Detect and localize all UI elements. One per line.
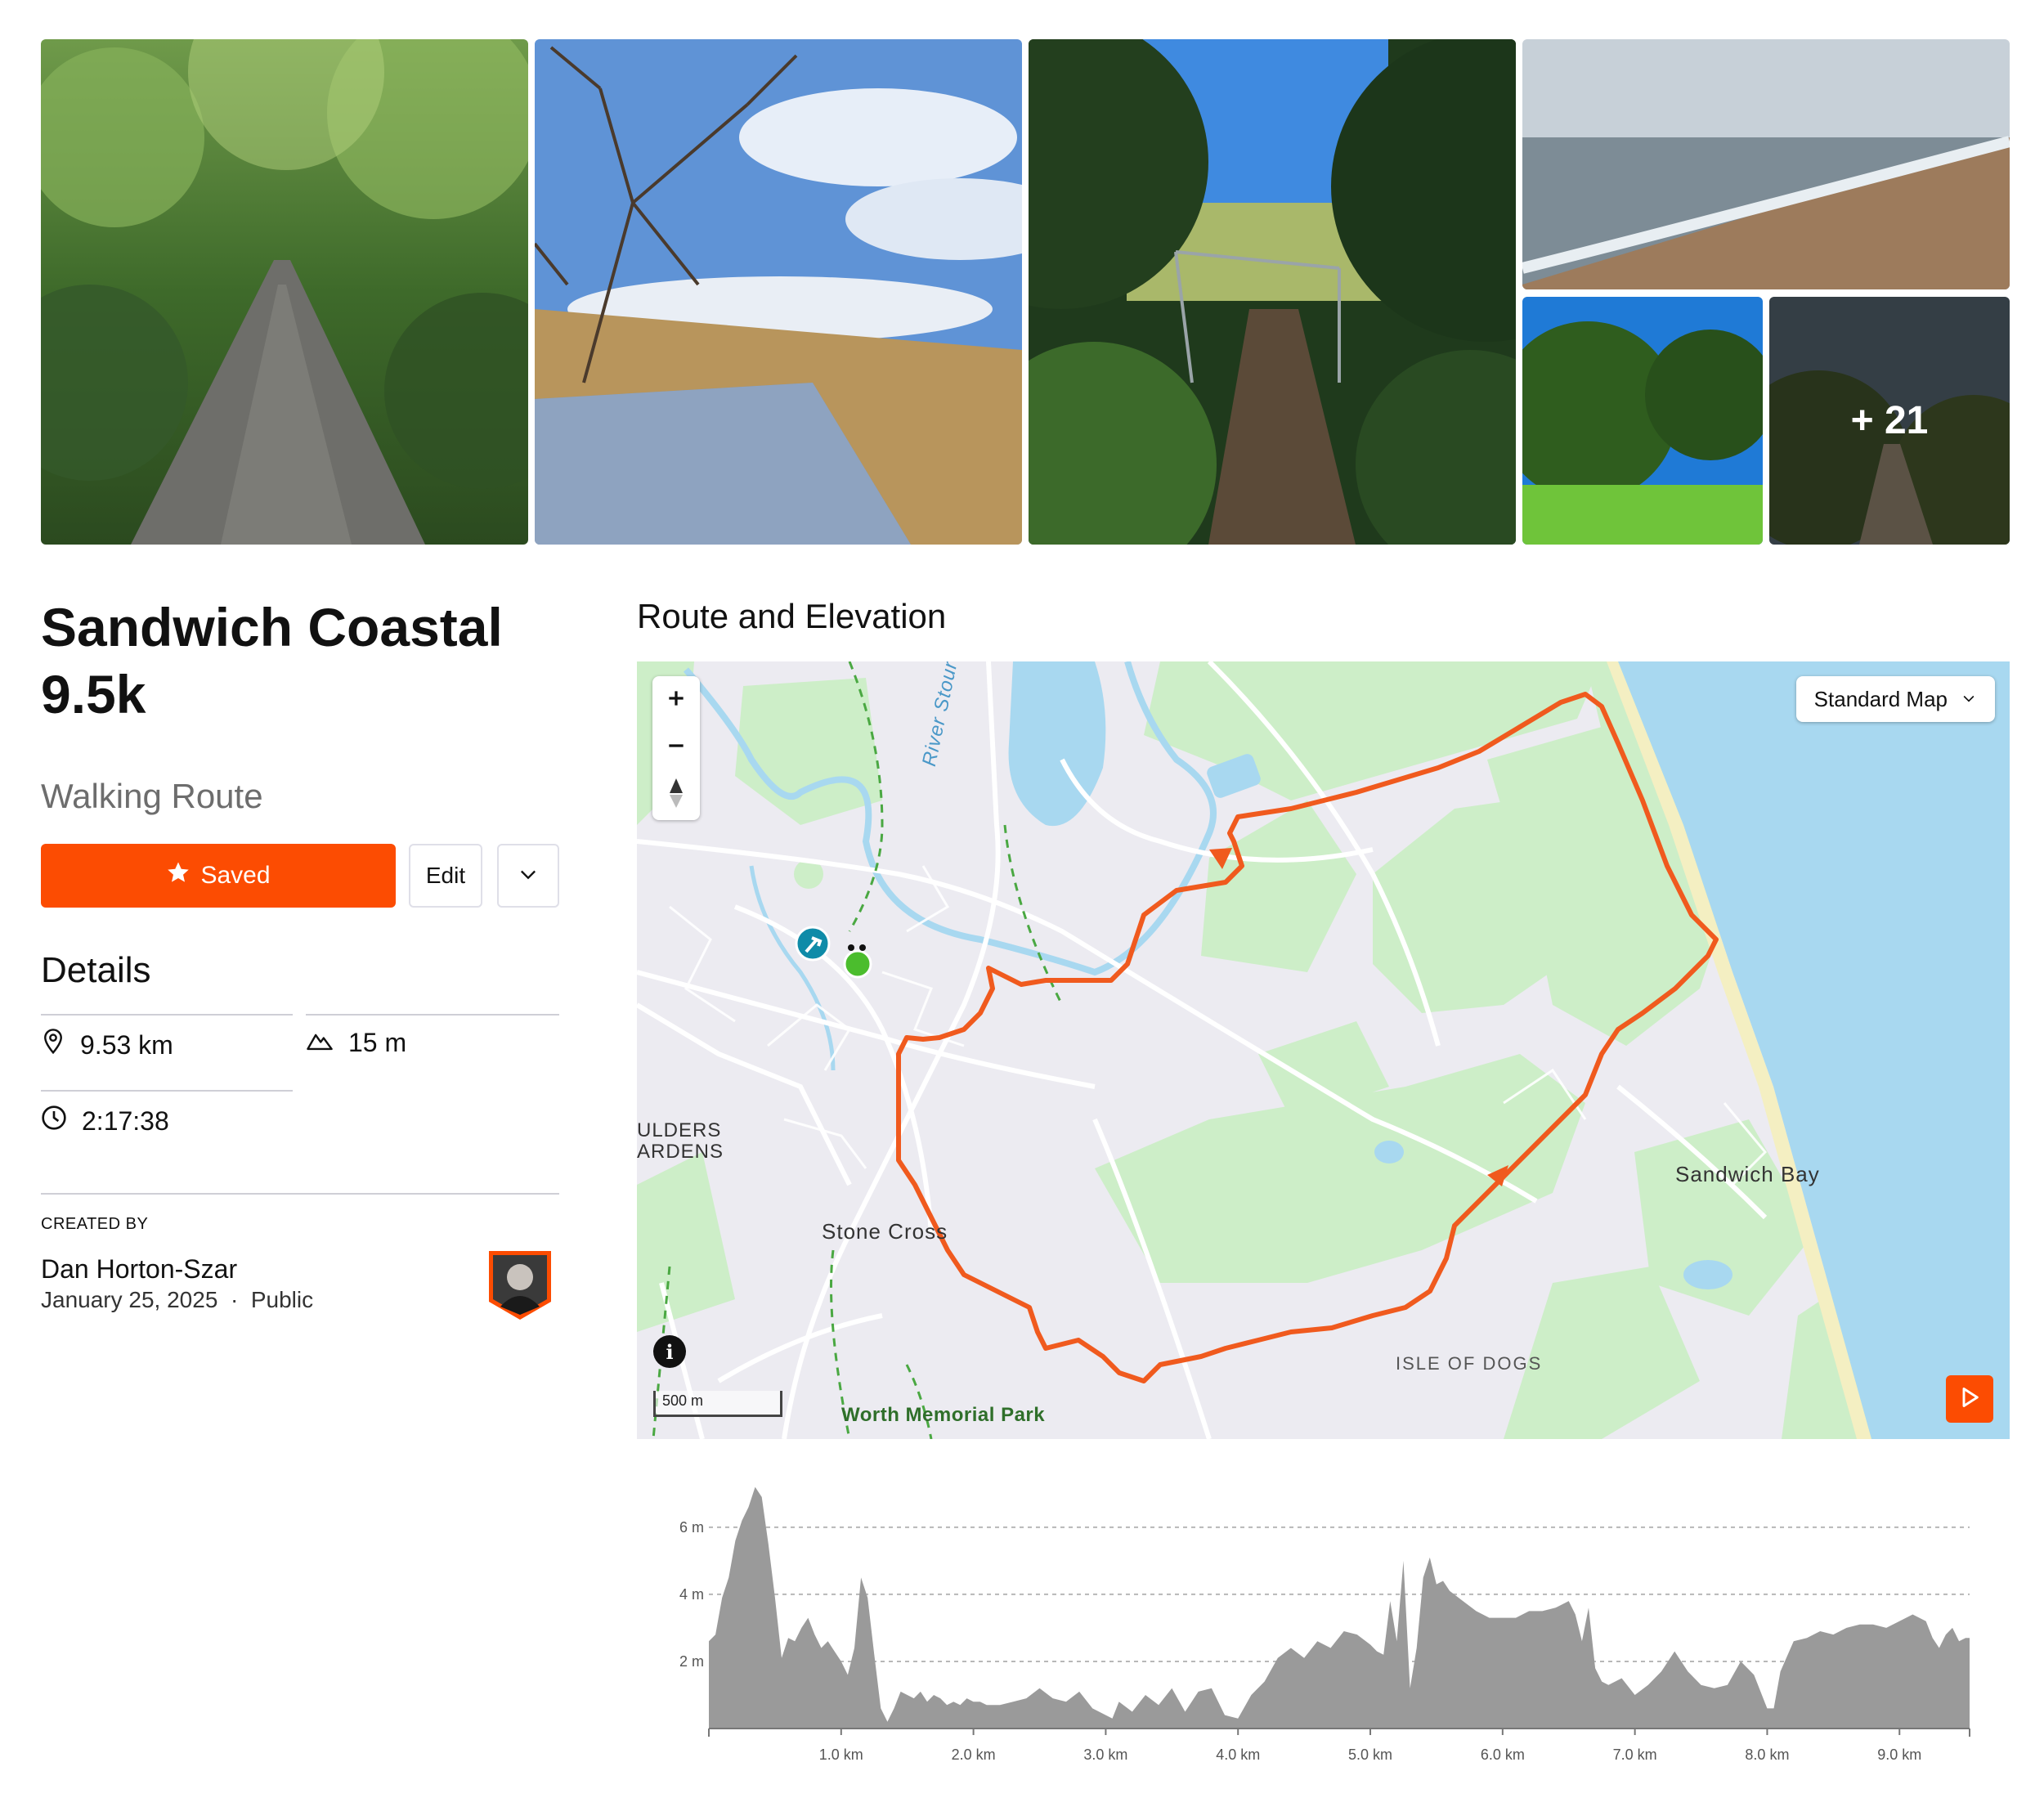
route-photo-2[interactable] <box>535 39 1022 545</box>
mountain-icon <box>306 1028 334 1058</box>
visibility: Public <box>250 1287 314 1312</box>
star-icon <box>166 860 191 891</box>
route-photo-1[interactable] <box>41 39 528 545</box>
place-label-sandwich-bay: Sandwich Bay <box>1675 1162 1820 1186</box>
x-tick-label: 5.0 km <box>1348 1746 1392 1763</box>
info-icon[interactable]: i <box>653 1335 686 1368</box>
more-photos-count: + 21 <box>1769 297 2010 545</box>
map-type-label: Standard Map <box>1813 686 1948 711</box>
more-options-button[interactable] <box>497 844 559 908</box>
separator-dot: · <box>224 1287 245 1312</box>
details-heading: Details <box>41 950 151 990</box>
compass-icon <box>666 777 686 814</box>
route-photo-4[interactable] <box>1522 39 2010 289</box>
zoom-in-button[interactable] <box>652 676 700 724</box>
play-flyover-button[interactable] <box>1946 1375 1993 1423</box>
place-label-gardens: ARDENS <box>637 1141 724 1163</box>
avatar[interactable] <box>486 1248 554 1321</box>
route-title: Sandwich Coastal 9.5k <box>41 597 503 724</box>
saved-label: Saved <box>200 862 271 889</box>
created-meta: January 25, 2025 · Public <box>41 1287 313 1313</box>
chevron-down-icon <box>517 863 540 890</box>
clock-icon <box>41 1105 67 1137</box>
divider <box>41 1090 293 1092</box>
distance-stat: 9.53 km <box>41 1028 173 1062</box>
map-scale: 500 m <box>653 1391 782 1417</box>
x-tick-label: 3.0 km <box>1083 1746 1127 1763</box>
x-tick-label: 1.0 km <box>819 1746 863 1763</box>
elevation-chart-svg: 2 m 4 m 6 m 1.0 km 2.0 km 3.0 km 4.0 km 5.0 km 6… <box>679 1486 1970 1763</box>
play-icon <box>1958 1386 1981 1413</box>
x-tick-label: 7.0 km <box>1613 1746 1657 1763</box>
elevation-chart[interactable]: 2 m 4 m 6 m 1.0 km 2.0 km 3.0 km 4.0 km 5.0 km 6… <box>637 1452 2010 1779</box>
map-type-dropdown[interactable]: Standard Map <box>1795 676 1995 722</box>
minus-icon <box>666 735 687 760</box>
x-tick-label: 9.0 km <box>1877 1746 1921 1763</box>
place-label-stone-cross: Stone Cross <box>822 1219 948 1244</box>
zoom-controls <box>652 676 700 820</box>
boardwalk-image <box>1029 39 1516 545</box>
author-name[interactable]: Dan Horton-Szar <box>41 1254 237 1285</box>
x-tick-label: 6.0 km <box>1481 1746 1525 1763</box>
y-tick-label: 2 m <box>679 1653 704 1670</box>
divider <box>306 1014 559 1016</box>
elevation-stat: 15 m <box>306 1028 406 1058</box>
divider <box>41 1014 293 1016</box>
elevation-value: 15 m <box>348 1028 407 1057</box>
saved-button[interactable]: Saved <box>41 844 396 908</box>
route-map[interactable]: River Stour ULDERS ARDENS Stone Cross Sa… <box>637 661 2010 1439</box>
route-type: Walking Route <box>41 777 263 815</box>
x-tick-label: 4.0 km <box>1216 1746 1260 1763</box>
place-label-isle-of-dogs: ISLE OF DOGS <box>1396 1353 1543 1374</box>
distance-value: 9.53 km <box>80 1029 173 1060</box>
location-pin-icon <box>41 1028 65 1062</box>
divider <box>41 1193 559 1195</box>
zoom-out-button[interactable] <box>652 724 700 771</box>
y-tick-label: 4 m <box>679 1586 704 1603</box>
time-value: 2:17:38 <box>82 1105 169 1136</box>
elevation-area <box>709 1486 1970 1729</box>
tree-tunnel-path-image <box>41 39 528 545</box>
time-stat: 2:17:38 <box>41 1105 169 1137</box>
map-base <box>637 661 2010 1439</box>
route-elevation-heading: Route and Elevation <box>637 597 947 635</box>
created-by-label: CREATED BY <box>41 1215 149 1233</box>
x-tick-label: 8.0 km <box>1745 1746 1789 1763</box>
route-photo-5[interactable] <box>1522 297 1763 545</box>
route-photo-3[interactable] <box>1029 39 1516 545</box>
plus-icon <box>666 688 687 713</box>
place-label-boulders: ULDERS <box>637 1119 722 1141</box>
chevron-down-icon <box>1961 687 1977 712</box>
river-sky-image <box>535 39 1022 545</box>
green-trees-image <box>1522 297 1763 545</box>
place-label-worth-park: Worth Memorial Park <box>841 1404 1046 1426</box>
created-date: January 25, 2025 <box>41 1287 218 1312</box>
y-tick-label: 6 m <box>679 1519 704 1536</box>
compass-button[interactable] <box>652 771 700 818</box>
more-photos-tile[interactable]: + 21 <box>1769 297 2010 545</box>
x-tick-label: 2.0 km <box>952 1746 996 1763</box>
edit-button[interactable]: Edit <box>409 844 482 908</box>
beach-image <box>1522 39 2010 289</box>
